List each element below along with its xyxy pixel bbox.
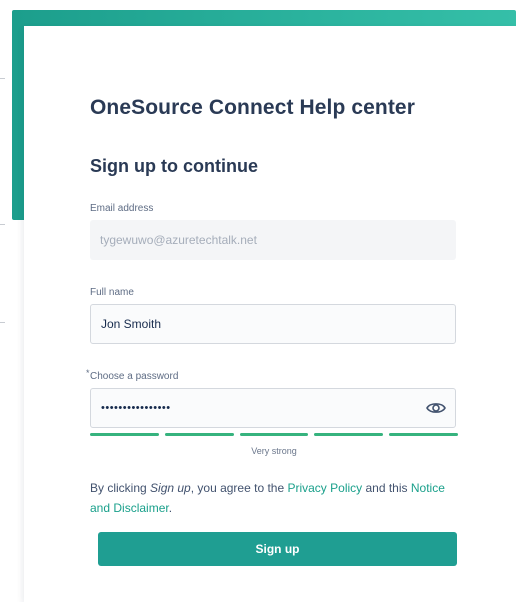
eye-icon — [426, 403, 446, 413]
help-center-title: OneSource Connect Help center — [90, 96, 415, 119]
toggle-password-visibility-button[interactable] — [423, 395, 449, 421]
password-strength-label: Very strong — [251, 446, 297, 456]
terms-prefix: By clicking — [90, 481, 151, 495]
margin-mark — [0, 322, 5, 323]
password-label: Choose a password — [90, 371, 179, 382]
terms-and: and this — [362, 481, 411, 495]
terms-text: By clicking Sign up, you agree to the Pr… — [90, 478, 456, 518]
form-heading: Sign up to continue — [90, 156, 258, 176]
email-label: Email address — [90, 203, 154, 214]
email-field: tygewuwo@azuretechtalk.net — [90, 220, 456, 260]
email-value: tygewuwo@azuretechtalk.net — [100, 233, 257, 247]
full-name-label: Full name — [90, 287, 134, 298]
password-input[interactable] — [90, 388, 456, 428]
terms-action-word: Sign up — [150, 481, 191, 495]
terms-middle: , you agree to the — [190, 481, 288, 495]
password-strength-meter — [90, 433, 458, 437]
full-name-input[interactable] — [90, 304, 456, 344]
strength-segment — [389, 433, 458, 436]
strength-segment — [90, 433, 159, 436]
strength-segment — [239, 433, 309, 436]
margin-mark — [0, 224, 5, 225]
strength-segment — [164, 433, 234, 436]
privacy-policy-link[interactable]: Privacy Policy — [287, 481, 362, 495]
required-marker: * — [86, 368, 90, 378]
strength-segment — [314, 433, 384, 436]
terms-suffix: . — [168, 501, 173, 515]
margin-mark — [0, 78, 5, 79]
sign-up-button[interactable]: Sign up — [98, 532, 457, 566]
